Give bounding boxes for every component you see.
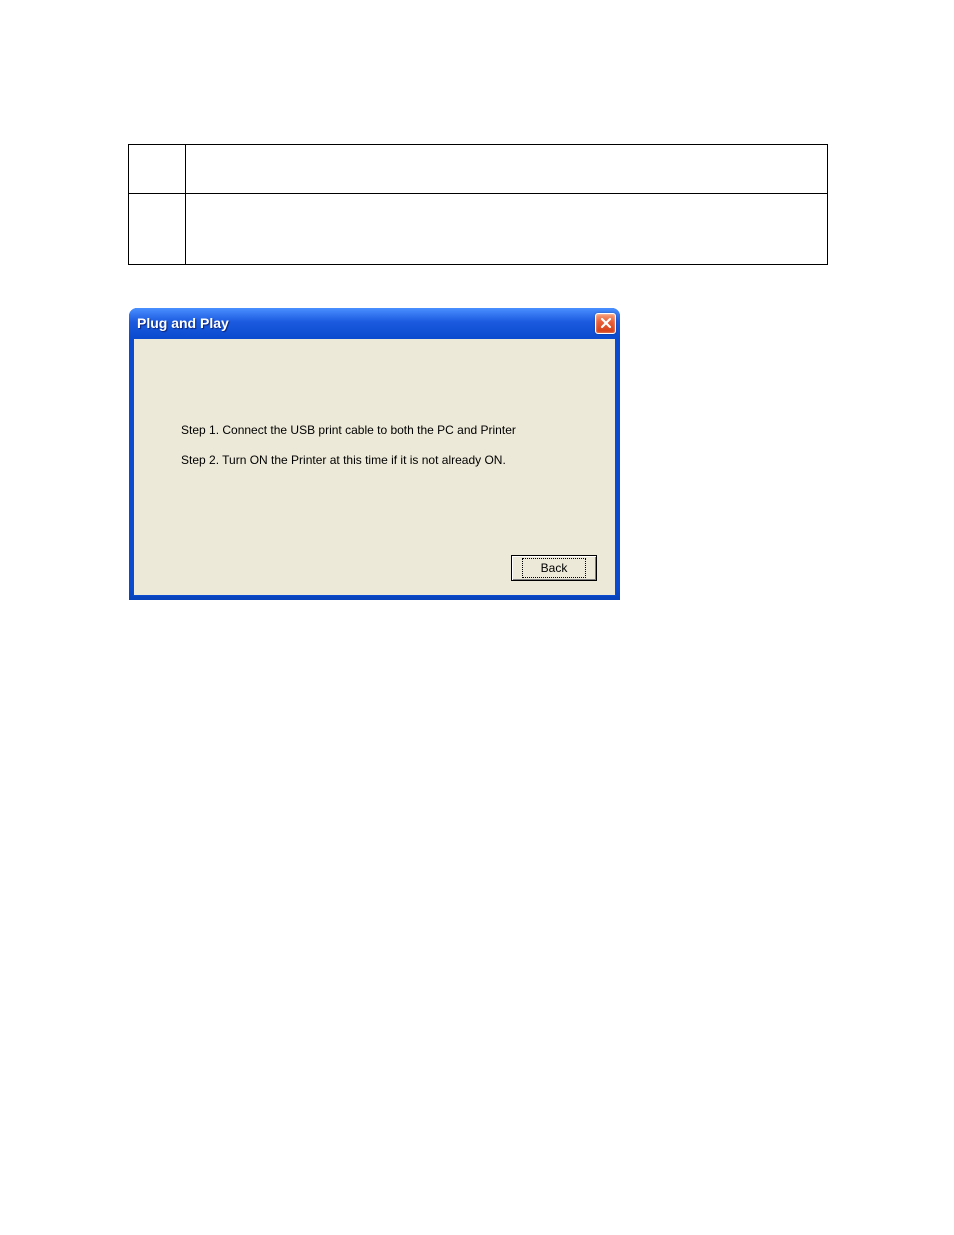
plug-and-play-dialog: Plug and Play Step 1. Connect the USB pr… xyxy=(129,308,620,600)
dialog-client-area: Step 1. Connect the USB print cable to b… xyxy=(133,338,616,596)
table-cell xyxy=(129,145,186,194)
document-page: Plug and Play Step 1. Connect the USB pr… xyxy=(0,0,954,1235)
back-button[interactable]: Back xyxy=(511,555,597,581)
dialog-title: Plug and Play xyxy=(137,315,229,331)
layout-table xyxy=(128,144,828,265)
step-1-text: Step 1. Connect the USB print cable to b… xyxy=(181,423,516,437)
table-cell xyxy=(186,194,828,265)
step-2-text: Step 2. Turn ON the Printer at this time… xyxy=(181,453,506,467)
table-cell xyxy=(129,194,186,265)
close-icon xyxy=(600,317,612,329)
table-row xyxy=(129,145,828,194)
back-button-label: Back xyxy=(522,558,587,578)
close-button[interactable] xyxy=(595,313,616,334)
titlebar[interactable]: Plug and Play xyxy=(129,308,620,338)
table-row xyxy=(129,194,828,265)
table-cell xyxy=(186,145,828,194)
